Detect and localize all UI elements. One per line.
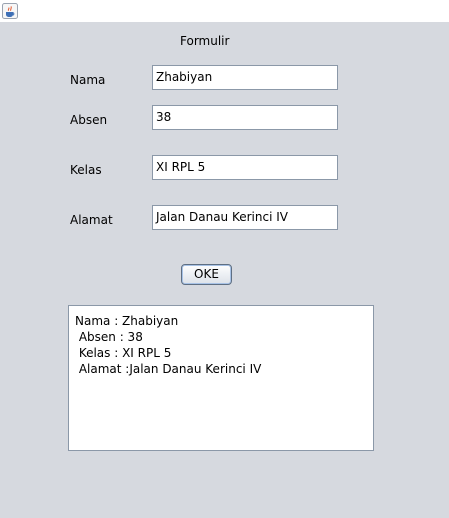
alamat-field[interactable]: Jalan Danau Kerinci IV xyxy=(152,205,338,230)
output-line-alamat: Alamat :Jalan Danau Kerinci IV xyxy=(75,362,262,376)
form-title: Formulir xyxy=(180,34,230,48)
nama-field[interactable]: Zhabiyan xyxy=(152,65,338,90)
title-bar xyxy=(0,0,449,22)
oke-button[interactable]: OKE xyxy=(181,264,232,285)
output-text-area[interactable]: Nama : Zhabiyan Absen : 38 Kelas : XI RP… xyxy=(68,305,374,451)
absen-label: Absen xyxy=(70,113,108,127)
output-line-kelas: Kelas : XI RPL 5 xyxy=(75,346,172,360)
form-panel: Formulir Nama Zhabiyan Absen 38 Kelas XI… xyxy=(0,22,449,518)
alamat-label: Alamat xyxy=(70,213,113,227)
java-cup-icon[interactable] xyxy=(2,3,18,19)
kelas-label: Kelas xyxy=(70,163,102,177)
kelas-field[interactable]: XI RPL 5 xyxy=(152,155,338,180)
absen-field[interactable]: 38 xyxy=(152,105,338,130)
output-line-absen: Absen : 38 xyxy=(75,330,143,344)
output-line-nama: Nama : Zhabiyan xyxy=(75,314,179,328)
nama-label: Nama xyxy=(70,73,106,87)
